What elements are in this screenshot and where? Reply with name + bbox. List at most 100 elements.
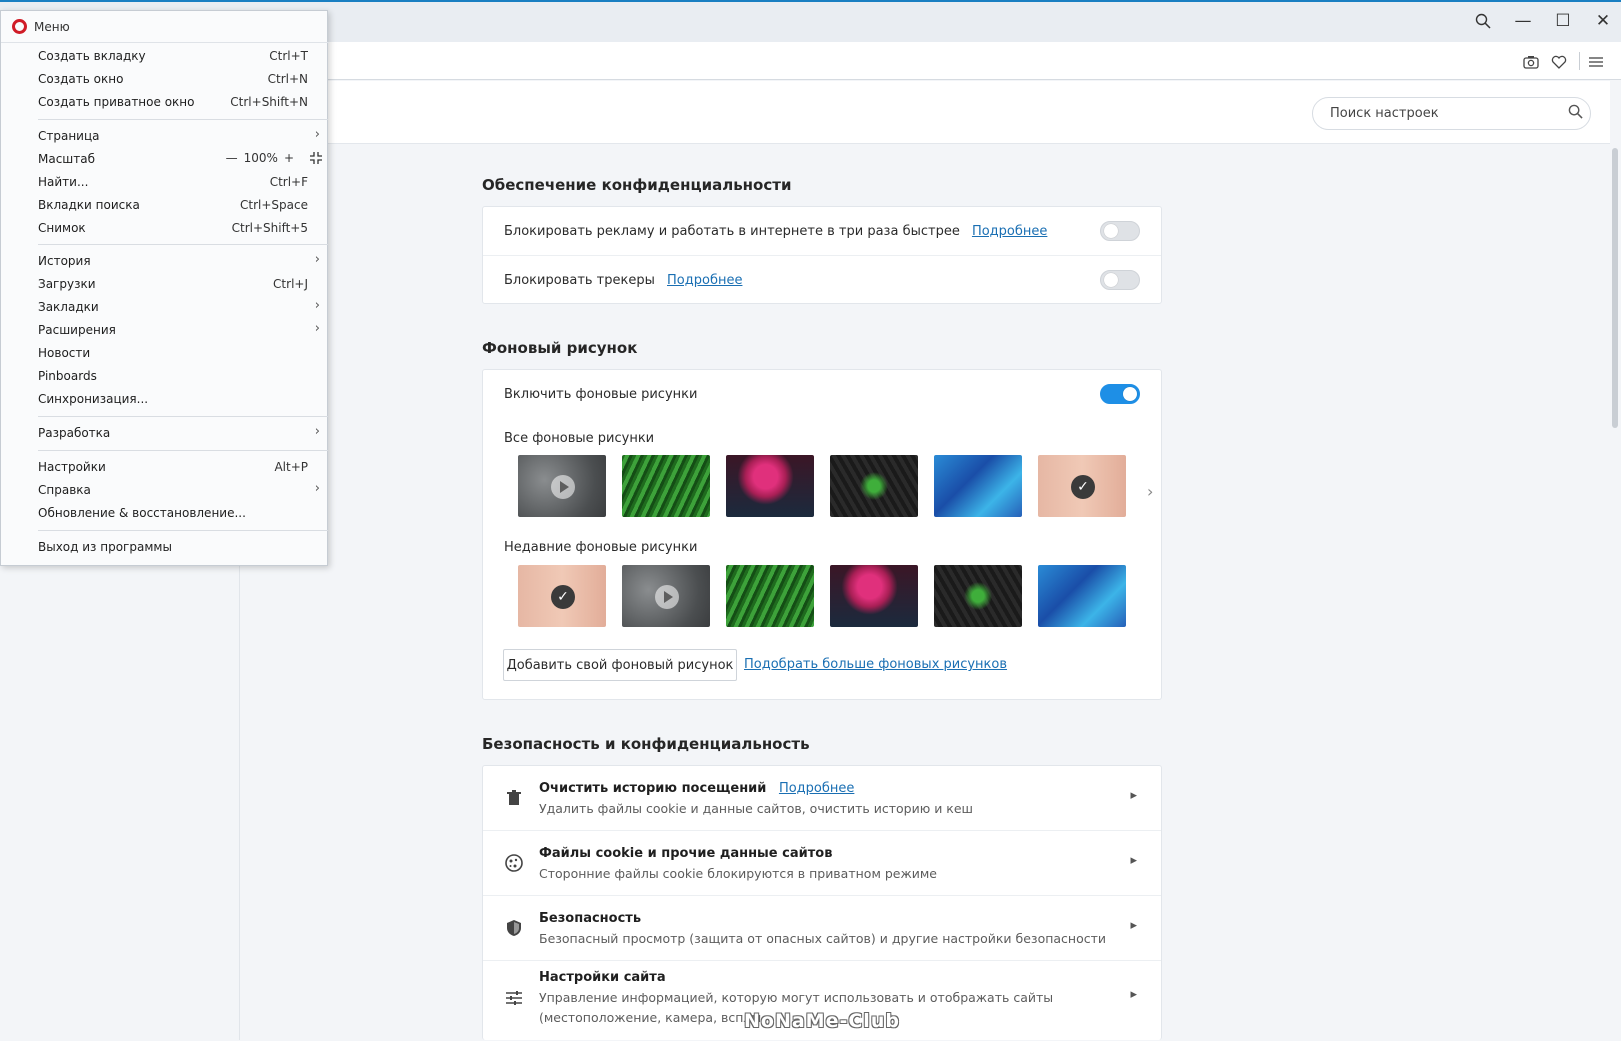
- menu-item-search-tabs[interactable]: Вкладки поиска Ctrl+Space: [38, 196, 308, 216]
- chevron-right-icon: ›: [314, 424, 320, 439]
- recent-thumb-grass[interactable]: [726, 565, 814, 627]
- zoom-out-button[interactable]: —: [226, 151, 238, 165]
- enable-wallpapers-toggle[interactable]: [1100, 384, 1140, 404]
- menu-header[interactable]: Меню: [1, 11, 329, 43]
- caret-right-icon: ▸: [1130, 987, 1137, 1002]
- chevron-right-icon: ›: [314, 481, 320, 496]
- site-settings-title: Настройки сайта: [539, 970, 666, 985]
- cookies-desc: Сторонние файлы cookie блокируются в при…: [539, 866, 937, 881]
- block-trackers-more-link[interactable]: Подробнее: [667, 273, 742, 288]
- menu-separator: [38, 119, 328, 120]
- zoom-controls: — 100% +: [226, 151, 294, 165]
- clear-history-row[interactable]: Очистить историю посещений Подробнее Уда…: [483, 766, 1161, 831]
- menu-item-new-tab[interactable]: Создать вкладку Ctrl+T: [38, 47, 308, 67]
- menu-item-new-private-window[interactable]: Создать приватное окно Ctrl+Shift+N: [38, 93, 308, 113]
- cookie-icon: [503, 852, 525, 874]
- wallpaper-thumb-hex[interactable]: [830, 455, 918, 517]
- menu-item-bookmarks[interactable]: Закладки ›: [38, 298, 320, 318]
- camera-icon[interactable]: [1520, 51, 1542, 73]
- wallpaper-thumb-tree[interactable]: [726, 455, 814, 517]
- site-settings-desc-2: (местоположение, камера, всплы: [539, 1010, 762, 1025]
- settings-search-placeholder: Поиск настроек: [1330, 106, 1439, 121]
- sliders-icon[interactable]: [1585, 51, 1607, 73]
- caret-right-icon: ▸: [1130, 918, 1137, 933]
- menu-item-snapshot[interactable]: Снимок Ctrl+Shift+5: [38, 219, 308, 239]
- checkmark-icon: ✓: [1071, 475, 1095, 499]
- all-wallpapers-label: Все фоновые рисунки: [504, 431, 655, 446]
- recent-thumb-blue[interactable]: [1038, 565, 1126, 627]
- menu-item-pinboards[interactable]: Pinboards: [38, 367, 308, 387]
- block-ads-label: Блокировать рекламу и работать в интерне…: [504, 224, 960, 239]
- watermark: NoNaMe-Club: [744, 1010, 900, 1032]
- block-trackers-row: Блокировать трекеры Подробнее: [483, 256, 1161, 304]
- heart-icon[interactable]: [1548, 51, 1570, 73]
- menu-item-find[interactable]: Найти... Ctrl+F: [38, 173, 308, 193]
- security-title: Безопасность: [539, 911, 642, 926]
- menu-separator: [38, 416, 328, 417]
- security-row[interactable]: Безопасность Безопасный просмотр (защита…: [483, 896, 1161, 961]
- block-ads-toggle[interactable]: [1100, 221, 1140, 241]
- menu-item-new-window[interactable]: Создать окно Ctrl+N: [38, 70, 308, 90]
- recent-thumb-hex[interactable]: [934, 565, 1022, 627]
- block-ads-row: Блокировать рекламу и работать в интерне…: [483, 207, 1161, 256]
- trash-icon: [503, 787, 525, 809]
- menu-separator: [38, 530, 328, 531]
- fullscreen-icon[interactable]: [310, 152, 322, 167]
- menu-item-history[interactable]: История ›: [38, 252, 320, 272]
- toolbar-separator: [1579, 52, 1580, 70]
- menu-item-news[interactable]: Новости: [38, 344, 308, 364]
- caret-right-icon: ▸: [1130, 788, 1137, 803]
- wallpaper-thumb-blue[interactable]: [934, 455, 1022, 517]
- menu-item-exit[interactable]: Выход из программы: [38, 538, 308, 558]
- zoom-in-button[interactable]: +: [284, 151, 294, 165]
- close-button[interactable]: ✕: [1588, 8, 1618, 34]
- menu-item-help[interactable]: Справка ›: [38, 481, 320, 501]
- menu-item-sync[interactable]: Синхронизация...: [38, 390, 308, 410]
- site-settings-desc: Управление информацией, которую могут ис…: [539, 990, 1054, 1005]
- menu-item-developer[interactable]: Разработка ›: [38, 424, 320, 444]
- search-icon: [1560, 104, 1590, 123]
- recent-thumb-peach[interactable]: ✓: [518, 565, 606, 627]
- chevron-right-icon: ›: [314, 252, 320, 267]
- clear-history-desc: Удалить файлы cookie и данные сайтов, оч…: [539, 801, 973, 816]
- chevron-right-icon: ›: [314, 321, 320, 336]
- menu-item-extensions[interactable]: Расширения ›: [38, 321, 320, 341]
- menu-item-update-recovery[interactable]: Обновление & восстановление...: [38, 504, 308, 524]
- settings-search-input[interactable]: Поиск настроек: [1312, 97, 1591, 130]
- tune-icon: [503, 987, 525, 1009]
- search-icon[interactable]: [1468, 8, 1498, 34]
- opera-logo-icon: [12, 19, 27, 34]
- more-wallpapers-link[interactable]: Подобрать больше фоновых рисунков: [744, 657, 1007, 672]
- minimize-button[interactable]: —: [1508, 8, 1538, 34]
- enable-wallpapers-label: Включить фоновые рисунки: [504, 387, 698, 402]
- play-icon: [655, 585, 679, 609]
- chevron-right-icon[interactable]: ›: [1147, 482, 1153, 501]
- menu-item-page[interactable]: Страница ›: [38, 127, 320, 147]
- menu-item-zoom: Масштаб — 100% +: [38, 150, 322, 170]
- menu-item-settings[interactable]: Настройки Alt+P: [38, 458, 308, 478]
- security-section-title: Безопасность и конфиденциальность: [482, 735, 810, 753]
- wallpaper-thumb-grass[interactable]: [622, 455, 710, 517]
- menu-title: Меню: [34, 20, 70, 34]
- recent-thumb-tree[interactable]: [830, 565, 918, 627]
- play-icon: [551, 475, 575, 499]
- scrollbar-thumb[interactable]: [1612, 148, 1618, 428]
- maximize-button[interactable]: ☐: [1548, 8, 1578, 34]
- recent-thumb-rain[interactable]: [622, 565, 710, 627]
- menu-separator: [38, 450, 328, 451]
- privacy-card: Блокировать рекламу и работать в интерне…: [482, 206, 1162, 304]
- chevron-right-icon: ›: [314, 298, 320, 313]
- add-wallpaper-button[interactable]: Добавить свой фоновый рисунок: [503, 649, 737, 681]
- checkmark-icon: ✓: [551, 585, 575, 609]
- shield-icon: [503, 917, 525, 939]
- wallpaper-thumb-rain[interactable]: [518, 455, 606, 517]
- wallpaper-thumb-peach[interactable]: ✓: [1038, 455, 1126, 517]
- cookies-row[interactable]: Файлы cookie и прочие данные сайтов Стор…: [483, 831, 1161, 896]
- block-ads-more-link[interactable]: Подробнее: [972, 224, 1047, 239]
- block-trackers-toggle[interactable]: [1100, 270, 1140, 290]
- caret-right-icon: ▸: [1130, 853, 1137, 868]
- clear-history-title: Очистить историю посещений: [539, 781, 767, 796]
- menu-item-downloads[interactable]: Загрузки Ctrl+J: [38, 275, 308, 295]
- clear-history-more-link[interactable]: Подробнее: [779, 781, 854, 796]
- menu-separator: [38, 244, 328, 245]
